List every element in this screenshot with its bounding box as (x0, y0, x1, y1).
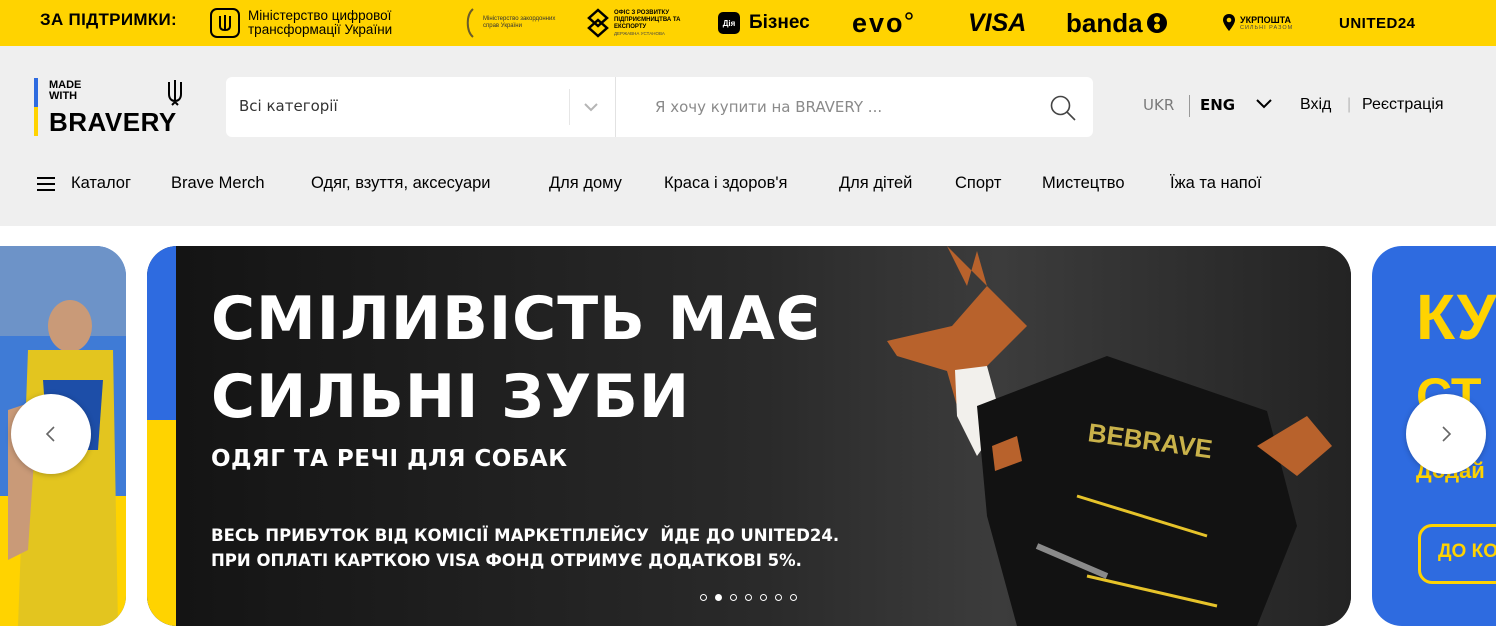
sponsor-diia[interactable]: Дія Бізнес (718, 0, 810, 46)
united24-logo: UNITED24 (1339, 14, 1416, 32)
hamburger-menu-icon[interactable] (37, 177, 55, 191)
nav-catalog[interactable]: Каталог (71, 174, 131, 193)
dog-photo-icon: BEBRAVE (887, 246, 1332, 626)
sponsor-office-sub: ДЕРЖАВНА УСТАНОВА (614, 31, 665, 36)
banda-circle-icon (1146, 13, 1167, 33)
carousel-dot[interactable] (715, 594, 722, 601)
lang-divider (1189, 95, 1190, 117)
hero-title-line2: СИЛЬНІ ЗУБИ (211, 362, 691, 432)
category-divider (569, 89, 570, 125)
mzs-emblem-icon (466, 8, 474, 38)
chevron-down-icon (584, 103, 598, 112)
register-link[interactable]: Реєстрація (1362, 96, 1444, 114)
support-label: ЗА ПІДТРИМКИ: (40, 10, 177, 29)
nav-item-clothing[interactable]: Одяг, взуття, аксесуари (311, 174, 491, 193)
carousel-dot[interactable] (745, 594, 752, 601)
hero-yellow-edge (147, 420, 176, 626)
nav-item-home[interactable]: Для дому (549, 174, 622, 193)
nav-item-sport[interactable]: Спорт (955, 174, 1001, 193)
lang-ukr[interactable]: UKR (1143, 96, 1174, 114)
lang-chevron-down-icon[interactable] (1256, 98, 1272, 110)
chevron-left-icon (45, 426, 55, 442)
category-select-value: Всі категорії (239, 97, 338, 115)
search-input[interactable] (621, 77, 1041, 137)
sponsor-mintsyfra[interactable]: Міністерство цифрової трансформації Укра… (210, 0, 392, 46)
sponsor-office[interactable]: ОФІС З РОЗВИТКУ ПІДПРИЄМНИЦТВА ТА ЕКСПОР… (587, 0, 706, 46)
category-nav: Каталог Brave Merch Одяг, взуття, аксесу… (0, 174, 1496, 200)
auth-separator: | (1347, 96, 1352, 113)
chevron-right-icon (1442, 426, 1452, 442)
sponsor-office-name: ОФІС З РОЗВИТКУ ПІДПРИЄМНИЦТВА ТА ЕКСПОР… (614, 10, 681, 30)
carousel-active-slide[interactable]: BEBRAVE СМІЛИВІСТЬ МАЄ СИЛЬНІ ЗУБИ ОДЯГ … (147, 246, 1351, 626)
lang-eng[interactable]: ENG (1200, 96, 1235, 114)
evo-logo: evo (852, 7, 905, 38)
ukrposhta-name: УКРПОШТА (1240, 15, 1292, 25)
carousel-dot[interactable] (730, 594, 737, 601)
login-link[interactable]: Вхід (1300, 96, 1331, 114)
search-bar: Всі категорії (226, 77, 1093, 137)
carousel-dot[interactable] (775, 594, 782, 601)
logo-line-bravery: BRAVERY (49, 107, 177, 137)
logo-yellow-stripe (34, 107, 38, 136)
hero-note-line2: ПРИ ОПЛАТІ КАРТКОЮ VISA ФОНД ОТРИМУЄ ДОД… (211, 551, 802, 570)
sponsor-mzs[interactable]: Міністерство закордонних справ України (463, 0, 563, 46)
diia-business-label: Бізнес (749, 12, 810, 33)
diia-badge: Дія (718, 12, 740, 34)
site-logo[interactable]: MADE WITH BRAVERY (34, 78, 194, 138)
sponsor-mzs-name: Міністерство закордонних справ України (483, 16, 556, 29)
logo-line-with: WITH (49, 90, 78, 102)
sponsor-banda[interactable]: banda (1066, 0, 1168, 46)
next-slide-text1: КУ (1416, 281, 1496, 353)
carousel-prev-button[interactable] (11, 394, 91, 474)
sponsor-visa[interactable]: VISA (968, 0, 1026, 46)
nav-item-brave-merch[interactable]: Brave Merch (171, 174, 265, 193)
sponsor-evo[interactable]: evo (852, 0, 913, 46)
logo-trident-icon (168, 80, 182, 106)
next-slide-button: ДО КО (1418, 524, 1496, 584)
carousel-next-button[interactable] (1406, 394, 1486, 474)
nav-item-art[interactable]: Мистецтво (1042, 174, 1125, 193)
trident-icon (210, 8, 240, 38)
hero-title-line1: СМІЛИВІСТЬ МАЄ (211, 284, 821, 354)
nav-item-beauty[interactable]: Краса і здоров'я (664, 174, 787, 193)
support-bar: ЗА ПІДТРИМКИ: Міністерство цифрової тран… (0, 0, 1496, 46)
hero-subtitle: ОДЯГ ТА РЕЧІ ДЛЯ СОБАК (211, 446, 568, 472)
category-select[interactable]: Всі категорії (226, 77, 616, 137)
ukrposhta-sub: СИЛЬНІ РАЗОМ (1240, 25, 1294, 31)
search-icon[interactable] (1049, 94, 1077, 122)
carousel-dot[interactable] (760, 594, 767, 601)
hero-note-line1: ВЕСЬ ПРИБУТОК ВІД КОМІСІЇ МАРКЕТПЛЕЙСУ Й… (211, 526, 840, 545)
sponsor-mintsyfra-name: Міністерство цифрової трансформації Укра… (248, 8, 393, 37)
visa-logo: VISA (968, 8, 1027, 37)
nav-item-food[interactable]: Їжа та напої (1170, 174, 1262, 193)
sponsor-ukrposhta[interactable]: УКРПОШТА СИЛЬНІ РАЗОМ (1222, 0, 1293, 46)
carousel-dot[interactable] (790, 594, 797, 601)
logo-blue-stripe (34, 78, 38, 107)
banda-logo: banda (1066, 7, 1143, 38)
office-diamond-icon (587, 8, 609, 38)
carousel-dot[interactable] (700, 594, 707, 601)
nav-item-kids[interactable]: Для дітей (839, 174, 912, 193)
location-pin-icon (1223, 14, 1235, 31)
sponsor-united24[interactable]: UNITED24 (1339, 0, 1416, 46)
evo-ring-icon (904, 12, 913, 20)
